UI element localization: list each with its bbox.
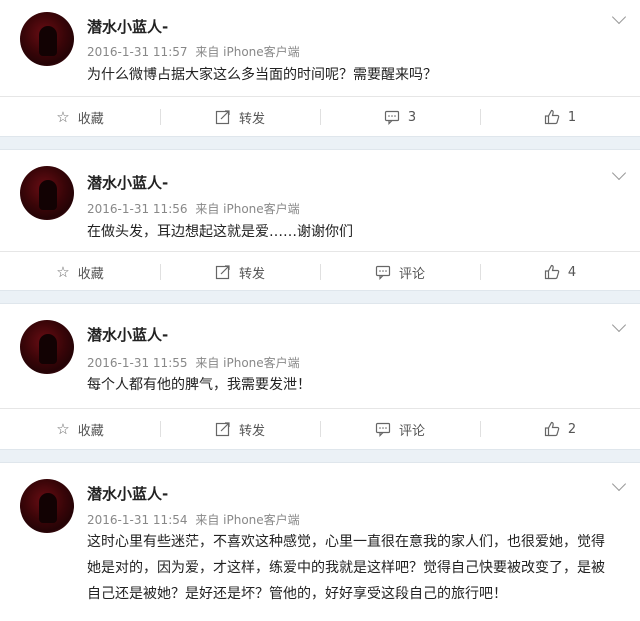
repost-label: 转发	[238, 266, 265, 282]
post-content: 为什么微博占据大家这么多当面的时间呢？需要醒来吗？	[87, 67, 437, 83]
star-icon: ☆	[56, 107, 70, 126]
comment-icon	[375, 265, 391, 280]
post-meta: 2016-1-31 11:55 来自 iPhone客户端	[87, 354, 300, 371]
post-author[interactable]: 潜水小蓝人-	[87, 16, 168, 37]
post-card: 潜水小蓝人- 2016-1-31 11:57 来自 iPhone客户端 为什么微…	[0, 0, 640, 136]
favorite-button[interactable]: ☆ 收藏	[0, 409, 160, 449]
like-button[interactable]: 2	[480, 409, 640, 449]
like-count: 4	[567, 264, 577, 280]
avatar[interactable]	[20, 12, 74, 66]
separator	[0, 290, 640, 304]
chevron-down-icon[interactable]	[611, 476, 627, 492]
comment-icon	[375, 422, 391, 437]
post-author[interactable]: 潜水小蓝人-	[87, 172, 168, 193]
favorite-button[interactable]: ☆ 收藏	[0, 252, 160, 292]
post-card: 潜水小蓝人- 2016-1-31 11:54 来自 iPhone客户端 这时心里…	[0, 463, 640, 613]
like-button[interactable]: 1	[480, 97, 640, 137]
comment-count: 3	[407, 109, 417, 125]
post-card: 潜水小蓝人- 2016-1-31 11:55 来自 iPhone客户端 每个人都…	[0, 304, 640, 449]
repost-label: 转发	[238, 423, 265, 439]
repost-button[interactable]: 转发	[160, 252, 320, 292]
avatar[interactable]	[20, 479, 74, 533]
comment-label: 评论	[398, 423, 425, 439]
post-content: 每个人都有他的脾气，我需要发泄！	[87, 377, 311, 393]
favorite-label: 收藏	[77, 266, 104, 282]
like-count: 2	[567, 421, 577, 437]
like-count: 1	[567, 109, 577, 125]
weibo-feed: 潜水小蓝人- 2016-1-31 11:57 来自 iPhone客户端 为什么微…	[0, 0, 640, 613]
favorite-label: 收藏	[77, 111, 104, 127]
thumbs-up-icon	[544, 109, 560, 125]
like-button[interactable]: 4	[480, 252, 640, 292]
post-content: 这时心里有些迷茫，不喜欢这种感觉，心里一直很在意我的家人们，也很爱她，觉得她是对…	[87, 534, 605, 602]
favorite-label: 收藏	[77, 423, 104, 439]
post-content: 在做头发，耳边想起这就是爱……谢谢你们	[87, 224, 353, 240]
post-source: 来自 iPhone客户端	[195, 356, 300, 370]
post-time: 2016-1-31 11:57	[87, 45, 188, 59]
post-source: 来自 iPhone客户端	[195, 513, 300, 527]
repost-icon	[215, 422, 230, 437]
separator	[0, 449, 640, 463]
chevron-down-icon[interactable]	[611, 9, 627, 25]
comment-button[interactable]: 3	[320, 97, 480, 137]
repost-button[interactable]: 转发	[160, 409, 320, 449]
star-icon: ☆	[56, 262, 70, 281]
favorite-button[interactable]: ☆ 收藏	[0, 97, 160, 137]
post-time: 2016-1-31 11:54	[87, 513, 188, 527]
avatar[interactable]	[20, 320, 74, 374]
post-actions: ☆ 收藏 转发 评论 4	[0, 251, 640, 292]
post-meta: 2016-1-31 11:56 来自 iPhone客户端	[87, 200, 300, 217]
post-author[interactable]: 潜水小蓝人-	[87, 483, 168, 504]
post-actions: ☆ 收藏 转发 3 1	[0, 96, 640, 137]
post-time: 2016-1-31 11:55	[87, 356, 188, 370]
post-card: 潜水小蓝人- 2016-1-31 11:56 来自 iPhone客户端 在做头发…	[0, 150, 640, 290]
post-meta: 2016-1-31 11:54 来自 iPhone客户端	[87, 511, 300, 528]
avatar[interactable]	[20, 166, 74, 220]
separator	[0, 136, 640, 150]
repost-button[interactable]: 转发	[160, 97, 320, 137]
comment-button[interactable]: 评论	[320, 409, 480, 449]
comment-button[interactable]: 评论	[320, 252, 480, 292]
post-source: 来自 iPhone客户端	[195, 45, 300, 59]
comment-icon	[384, 110, 399, 125]
thumbs-up-icon	[544, 421, 560, 437]
post-time: 2016-1-31 11:56	[87, 202, 188, 216]
repost-icon	[215, 265, 230, 280]
post-actions: ☆ 收藏 转发 评论 2	[0, 408, 640, 449]
repost-label: 转发	[238, 111, 265, 127]
star-icon: ☆	[56, 419, 70, 438]
post-author[interactable]: 潜水小蓝人-	[87, 324, 168, 345]
chevron-down-icon[interactable]	[611, 317, 627, 333]
comment-label: 评论	[398, 266, 425, 282]
post-meta: 2016-1-31 11:57 来自 iPhone客户端	[87, 43, 300, 60]
thumbs-up-icon	[544, 264, 560, 280]
repost-icon	[215, 110, 230, 125]
chevron-down-icon[interactable]	[611, 165, 627, 181]
post-source: 来自 iPhone客户端	[195, 202, 300, 216]
